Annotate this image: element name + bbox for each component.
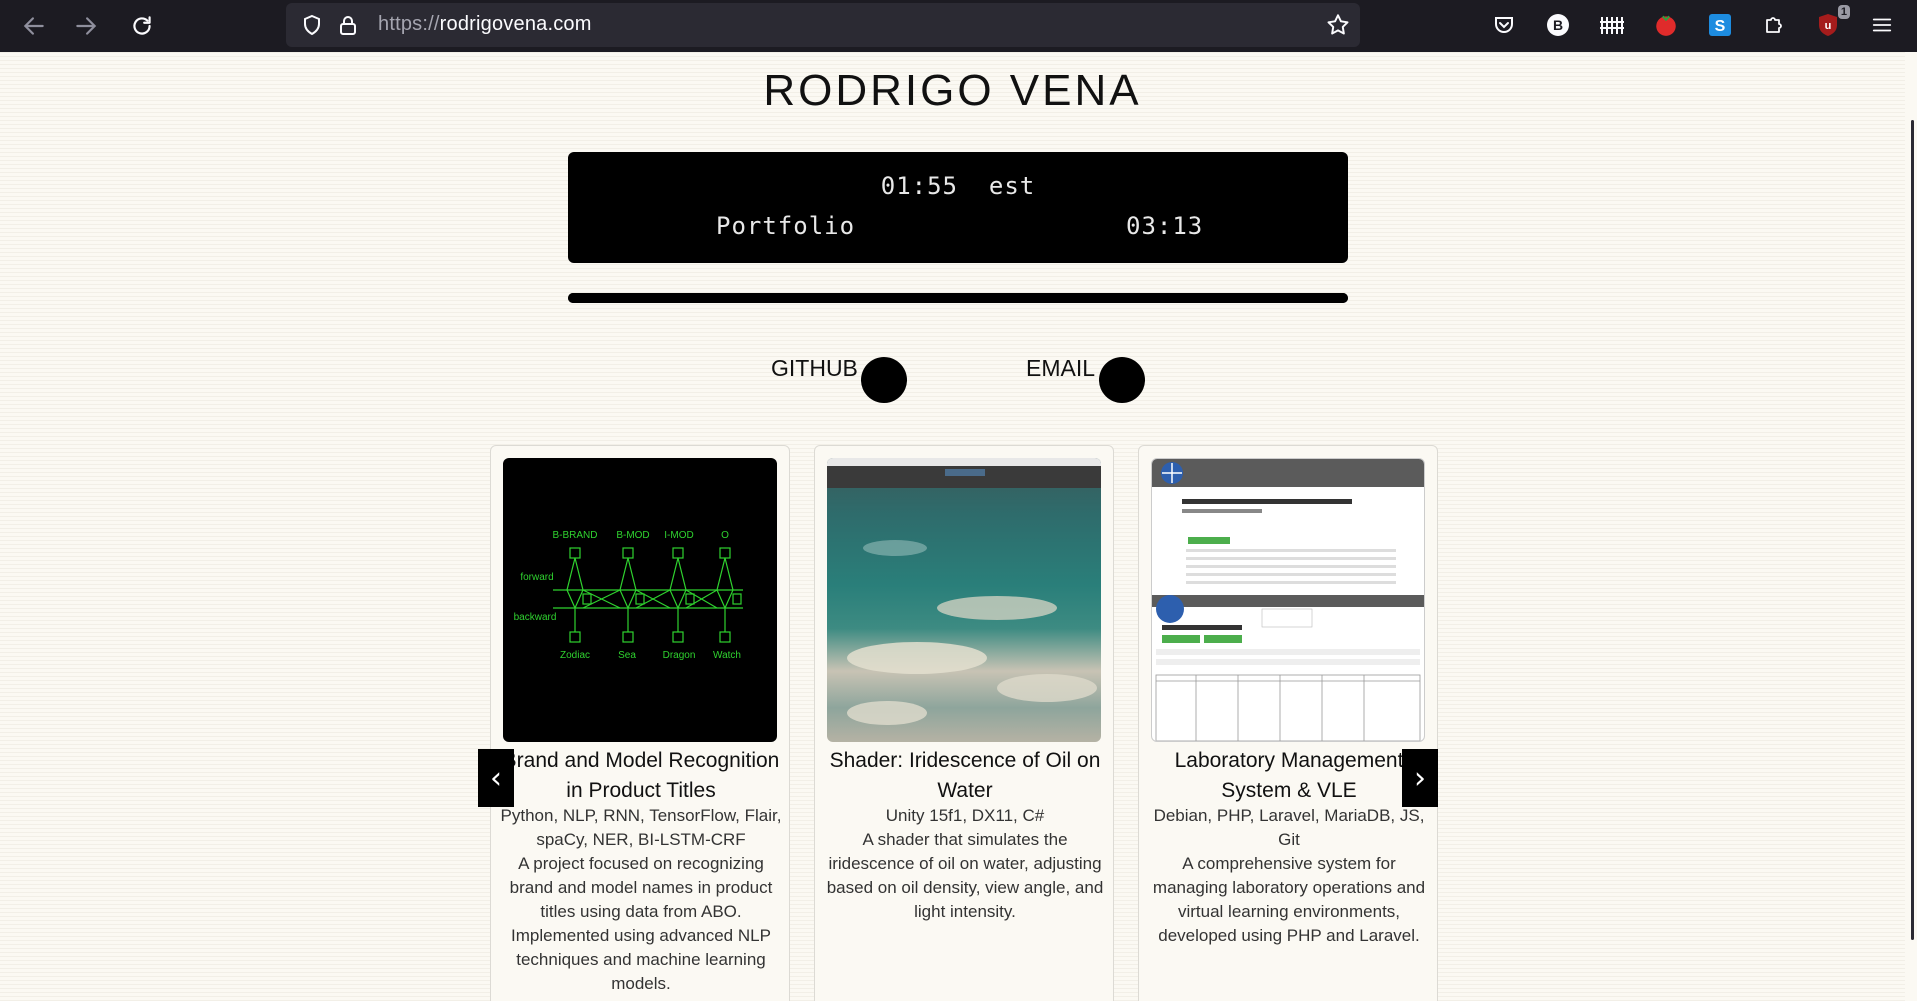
project-tech: Unity 15f1, DX11, C# <box>885 806 1045 825</box>
github-dot-icon[interactable] <box>861 357 907 403</box>
page-content: RODRIGO VENA 01:55 est Portfolio 03:13 G… <box>0 52 1905 1001</box>
shield-icon[interactable] <box>296 9 328 41</box>
project-description: A project focused on recognizing brand a… <box>509 854 773 993</box>
tag-label: I-MOD <box>664 530 693 541</box>
lab-system-screenshot <box>1152 459 1424 741</box>
browser-toolbar: https://rodrigovena.com B S u 1 <box>0 0 1917 52</box>
project-card[interactable]: Laboratory Management System & VLE Debia… <box>1138 445 1438 1001</box>
url-protocol: https:// <box>378 13 440 35</box>
elapsed-time: 03:13 <box>1126 212 1204 240</box>
tag-label: B-MOD <box>616 530 649 541</box>
project-thumbnail <box>827 458 1101 742</box>
project-title: Shader: Iridescence of Oil on Water <box>829 749 1101 802</box>
url-text[interactable]: https://rodrigovena.com <box>378 13 592 36</box>
forward-label: forward <box>520 572 553 583</box>
word-label: Watch <box>713 650 741 661</box>
project-description: A comprehensive system for managing labo… <box>1152 854 1426 945</box>
project-description: A shader that simulates the iridescence … <box>826 830 1104 921</box>
back-button[interactable] <box>18 10 50 42</box>
tomato-timer-icon[interactable] <box>1650 9 1682 41</box>
bookmark-star-icon[interactable] <box>1322 9 1354 41</box>
project-tech: Python, NLP, RNN, TensorFlow, Flair, spa… <box>500 806 782 849</box>
b-extension-icon[interactable]: B <box>1542 9 1574 41</box>
reload-icon <box>133 16 151 35</box>
url-bar[interactable]: https://rodrigovena.com <box>286 3 1360 47</box>
library-icon[interactable] <box>1596 9 1628 41</box>
music-player-display: 01:55 est Portfolio 03:13 <box>568 152 1348 263</box>
svg-text:u: u <box>1825 20 1832 32</box>
carousel-next-button[interactable]: › <box>1402 749 1438 807</box>
pocket-icon[interactable] <box>1488 9 1520 41</box>
scrollbar-thumb[interactable] <box>1911 120 1914 940</box>
project-title: Brand and Model Recognition in Product T… <box>502 749 780 802</box>
bilstm-crf-diagram: B-BRAND B-MOD I-MOD O Zodiac Sea Dragon … <box>514 530 743 661</box>
project-thumbnail <box>1151 458 1425 742</box>
progress-fill <box>568 293 1348 303</box>
svg-text:S: S <box>1715 18 1726 35</box>
lock-icon[interactable] <box>332 9 364 41</box>
clock-readout: 01:55 est <box>880 172 1036 200</box>
url-host: rodrigovena.com <box>439 13 592 35</box>
menu-hamburger-icon[interactable] <box>1866 9 1898 41</box>
back-arrow-icon <box>23 17 44 35</box>
project-card[interactable]: Shader: Iridescence of Oil on Water Unit… <box>814 445 1114 1001</box>
carousel-prev-button[interactable]: ‹ <box>478 749 514 807</box>
word-label: Zodiac <box>560 650 590 661</box>
forward-button[interactable] <box>70 10 102 42</box>
reload-button[interactable] <box>126 10 158 42</box>
extension-badge: 1 <box>1837 5 1850 19</box>
track-name: Portfolio <box>716 212 856 240</box>
s-extension-icon[interactable]: S <box>1704 9 1736 41</box>
site-title: RODRIGO VENA <box>763 66 1142 115</box>
ublock-origin-icon[interactable]: u 1 <box>1812 5 1850 41</box>
tag-label: O <box>721 530 729 541</box>
github-link[interactable]: GITHUB <box>771 355 858 382</box>
extensions-puzzle-icon[interactable] <box>1758 9 1790 41</box>
backward-label: backward <box>514 612 557 623</box>
project-card[interactable]: B-BRAND B-MOD I-MOD O Zodiac Sea Dragon … <box>490 445 790 1001</box>
player-progress-bar[interactable] <box>568 293 1348 303</box>
email-link[interactable]: EMAIL <box>1026 355 1095 382</box>
email-dot-icon[interactable] <box>1099 357 1145 403</box>
forward-arrow-icon <box>76 17 97 35</box>
project-tech: Debian, PHP, Laravel, MariaDB, JS, Git <box>1153 806 1425 849</box>
svg-text:B: B <box>1553 17 1563 33</box>
word-label: Sea <box>618 650 636 661</box>
word-label: Dragon <box>663 650 696 661</box>
shader-screenshot <box>827 458 1101 725</box>
project-title: Laboratory Management System & VLE <box>1174 749 1404 802</box>
tag-label: B-BRAND <box>552 530 597 541</box>
project-thumbnail: B-BRAND B-MOD I-MOD O Zodiac Sea Dragon … <box>503 458 777 742</box>
